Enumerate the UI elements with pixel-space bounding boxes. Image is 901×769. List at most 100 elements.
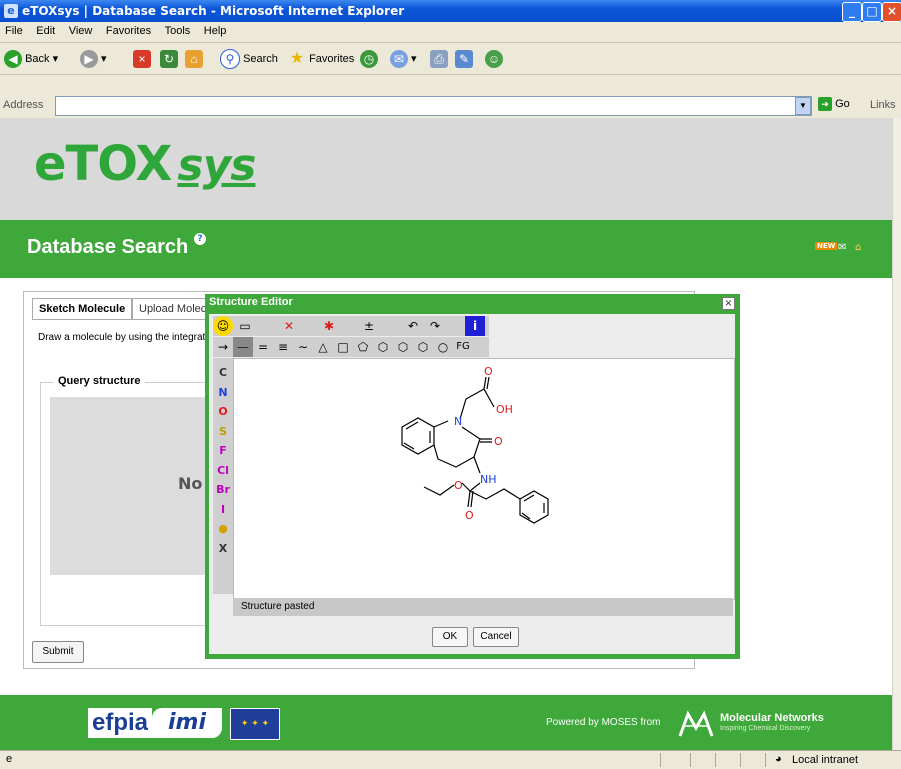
- print-icon: ⎙: [430, 50, 448, 69]
- minimize-button[interactable]: _: [842, 2, 862, 22]
- single-bond-tool-icon[interactable]: —: [233, 337, 253, 357]
- menu-edit[interactable]: Edit: [31, 22, 60, 40]
- atom-button-x[interactable]: X: [213, 540, 233, 558]
- back-button[interactable]: ◀ Back ▾: [4, 49, 58, 69]
- search-icon: ⚲: [220, 49, 240, 70]
- print-button[interactable]: ⎙: [430, 49, 448, 69]
- mail-button[interactable]: ✉ ▾: [390, 49, 417, 69]
- page-scrollbar[interactable]: [892, 118, 901, 750]
- status-divider: [765, 753, 766, 767]
- atom-button-f[interactable]: F: [213, 442, 233, 460]
- back-label: Back: [25, 53, 50, 65]
- menu-file[interactable]: File: [0, 22, 28, 40]
- select-rect-tool-icon[interactable]: ▭: [235, 316, 255, 336]
- atom-button-cl[interactable]: Cl: [213, 462, 233, 480]
- atom-button-br[interactable]: Br: [213, 481, 233, 499]
- address-input[interactable]: [55, 96, 812, 116]
- history-button[interactable]: ◷: [360, 49, 378, 69]
- atom-palette: C N O S F Cl Br I ● X: [213, 358, 233, 594]
- delete-tool-icon[interactable]: ✕: [279, 316, 299, 336]
- molecule-ester-o-label: O: [454, 479, 463, 492]
- close-button[interactable]: ×: [882, 2, 901, 22]
- address-bar: Address ▼ ➜ Go Links: [0, 94, 901, 118]
- octagon-ring-tool-icon[interactable]: ○: [433, 337, 453, 357]
- cancel-button[interactable]: Cancel: [473, 627, 519, 647]
- go-button[interactable]: ➜ Go: [818, 97, 850, 111]
- favorites-label: Favorites: [309, 53, 355, 65]
- company-tagline: Inspiring Chemical Discovery: [720, 725, 811, 732]
- menu-view[interactable]: View: [64, 22, 98, 40]
- edit-button[interactable]: ✎: [455, 49, 473, 69]
- web-page: eTOX sys Database Search ? NEW ✉ ⌂ Sketch…: [0, 118, 901, 750]
- maximize-button[interactable]: □: [862, 2, 882, 22]
- double-bond-tool-icon[interactable]: =: [253, 337, 273, 357]
- stop-button[interactable]: ×: [133, 49, 151, 69]
- forward-button[interactable]: ▶ ▾: [80, 49, 107, 69]
- pentagon-ring-tool-icon[interactable]: ⬠: [353, 337, 373, 357]
- square-ring-tool-icon[interactable]: □: [333, 337, 353, 357]
- menu-help[interactable]: Help: [199, 22, 232, 40]
- refresh-icon: ↻: [160, 50, 178, 69]
- menu-favorites[interactable]: Favorites: [101, 22, 156, 40]
- smiley-tool-icon[interactable]: ☺: [213, 316, 233, 336]
- refresh-button[interactable]: ↻: [160, 49, 178, 69]
- links-button[interactable]: Links: [870, 99, 896, 111]
- logo-main: eTOX: [34, 136, 172, 192]
- dialog-close-button[interactable]: ×: [722, 297, 735, 310]
- undo-icon[interactable]: ↶: [403, 316, 423, 336]
- help-icon[interactable]: ?: [194, 233, 206, 245]
- molecule-drawing: N OH O O NH O O: [401, 365, 549, 524]
- efpia-logo[interactable]: efpia: [88, 708, 153, 738]
- molecule-oh-label: OH: [496, 403, 513, 416]
- star-icon: ★: [289, 50, 305, 68]
- menu-bar: File Edit View Favorites Tools Help: [0, 22, 901, 43]
- molecule-lactam-o-label: O: [494, 435, 503, 448]
- home-icon[interactable]: ⌂: [855, 242, 861, 253]
- charge-tool-icon[interactable]: ±: [359, 316, 379, 336]
- heptagon-ring-tool-icon[interactable]: ⬡: [413, 337, 433, 357]
- editor-toolbar-top: ☺ ▭ ✕ ✱ ± ↶ ↷ i: [213, 316, 489, 336]
- imi-logo[interactable]: imi: [152, 708, 222, 738]
- query-structure-legend: Query structure: [54, 375, 145, 387]
- menu-tools[interactable]: Tools: [160, 22, 196, 40]
- browser-status-bar: e ◕ Local intranet: [0, 750, 901, 769]
- messenger-button[interactable]: ☺: [485, 49, 503, 69]
- dialog-title: Structure Editor: [209, 296, 293, 308]
- etoxsys-logo[interactable]: eTOX sys: [34, 136, 256, 192]
- home-button[interactable]: ⌂: [185, 49, 203, 69]
- submit-button[interactable]: Submit: [32, 641, 84, 663]
- atom-button-n[interactable]: N: [213, 384, 233, 402]
- page-title: Database Search: [27, 236, 189, 258]
- new-icon[interactable]: NEW: [815, 242, 838, 250]
- atom-button-o[interactable]: O: [213, 403, 233, 421]
- atom-button-custom[interactable]: ●: [213, 520, 233, 538]
- search-button[interactable]: ⚲ Search: [220, 49, 278, 70]
- atom-button-c[interactable]: C: [213, 364, 233, 382]
- search-label: Search: [243, 53, 278, 65]
- favorites-button[interactable]: ★ Favorites: [288, 49, 354, 69]
- chain-tool-icon[interactable]: →: [213, 337, 233, 357]
- ok-button[interactable]: OK: [432, 627, 468, 647]
- editor-status-bar: Structure pasted: [233, 598, 733, 616]
- atom-button-s[interactable]: S: [213, 423, 233, 441]
- clear-tool-icon[interactable]: ✱: [319, 316, 339, 336]
- browser-toolbar: ◀ Back ▾ ▶ ▾ × ↻ ⌂ ⚲ Search ★ Favorites …: [0, 43, 901, 75]
- atom-button-i[interactable]: I: [213, 501, 233, 519]
- any-bond-tool-icon[interactable]: ∼: [293, 337, 313, 357]
- structure-editor-dialog: Structure Editor × ☺ ▭ ✕ ✱ ± ↶ ↷ i → — =…: [205, 294, 740, 659]
- functional-group-tool[interactable]: FG: [453, 337, 473, 357]
- company-name[interactable]: Molecular Networks: [720, 712, 824, 724]
- info-icon[interactable]: i: [465, 316, 485, 336]
- triple-bond-tool-icon[interactable]: ≡: [273, 337, 293, 357]
- mail-icon[interactable]: ✉: [838, 242, 846, 253]
- redo-icon[interactable]: ↷: [425, 316, 445, 336]
- tab-sketch-molecule[interactable]: Sketch Molecule: [32, 298, 133, 319]
- triangle-ring-tool-icon[interactable]: △: [313, 337, 333, 357]
- address-dropdown[interactable]: ▼: [795, 97, 811, 115]
- benzene-ring-tool-icon[interactable]: ⬡: [373, 337, 393, 357]
- structure-canvas[interactable]: N OH O O NH O O: [233, 358, 735, 600]
- status-divider: [660, 753, 661, 767]
- stop-icon: ×: [133, 50, 151, 69]
- eu-flag-logo[interactable]: ✦ ✦ ✦: [230, 708, 280, 740]
- hexagon-ring-tool-icon[interactable]: ⬡: [393, 337, 413, 357]
